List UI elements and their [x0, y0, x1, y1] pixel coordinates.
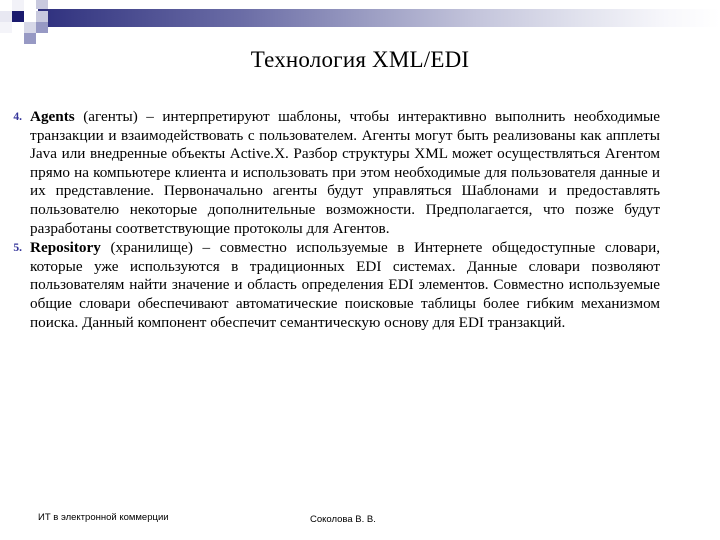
footer-author-label: Соколова В. В.: [310, 514, 376, 525]
list-item-marker: 5.: [13, 242, 22, 255]
slide-footer: ИТ в электронной коммерции Соколова В. В…: [0, 512, 720, 528]
header-mosaic-square: [0, 11, 12, 22]
header-mosaic-square: [24, 33, 36, 44]
list-item-text: Agents (агенты) – интерпретируют шаблоны…: [30, 108, 662, 238]
header-mosaic-square: [24, 0, 36, 11]
list-item-text: Repository (хранилище) – совместно испол…: [30, 239, 662, 332]
header-mosaic-square: [24, 22, 36, 33]
header-mosaic-square: [0, 0, 12, 11]
slide-title: Технология XML/EDI: [250, 47, 470, 72]
list-item: 5. Repository (хранилище) – совместно ис…: [0, 239, 720, 332]
list-item-lead-term: Agents: [30, 108, 75, 125]
list-item: 4. Agents (агенты) – интерпретируют шабл…: [0, 108, 720, 238]
header-mosaic-square: [24, 11, 36, 22]
header-gradient-bar: [38, 9, 720, 27]
slide-body: 4. Agents (агенты) – интерпретируют шабл…: [0, 108, 720, 333]
header-mosaic-square: [0, 22, 12, 33]
slide-header-decoration: [0, 0, 720, 44]
header-mosaic-square: [36, 11, 48, 22]
header-mosaic-square: [12, 0, 24, 11]
header-mosaic-square: [36, 0, 48, 9]
header-mosaic-square: [12, 22, 24, 33]
list-item-body: (хранилище) – совместно используемые в И…: [30, 239, 660, 331]
header-mosaic-square-navy: [12, 11, 24, 22]
footer-course-label: ИТ в электронной коммерции: [38, 512, 169, 523]
list-item-marker: 4.: [13, 111, 22, 123]
header-mosaic-square: [12, 33, 24, 44]
list-item-lead-term: Repository: [30, 239, 101, 257]
header-mosaic-square: [36, 22, 48, 33]
list-item-body: (агенты) – интерпретируют шаблоны, чтобы…: [30, 108, 660, 237]
header-mosaic-square: [36, 33, 48, 44]
